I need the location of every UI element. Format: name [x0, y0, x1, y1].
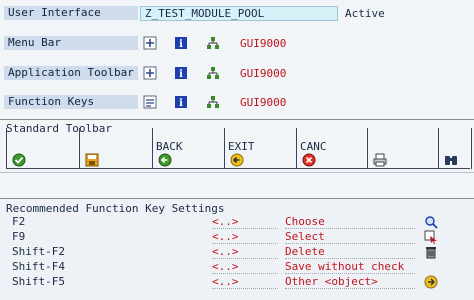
function-code-input[interactable]: <..> — [212, 260, 278, 274]
std-cell-exit[interactable]: EXIT — [224, 128, 297, 169]
function-keys-hierarchy-icon[interactable] — [206, 95, 220, 109]
save-icon — [85, 153, 99, 167]
choose-icon[interactable] — [424, 215, 438, 229]
function-text: Select — [285, 230, 415, 244]
svg-text:i: i — [179, 69, 183, 80]
function-keys-gui-value[interactable]: GUI9000 — [240, 96, 286, 109]
function-text: Other <object> — [285, 275, 415, 289]
key-label: Shift-F5 — [12, 275, 65, 288]
menu-bar-info-icon[interactable]: i — [174, 36, 188, 50]
svg-text:i: i — [179, 98, 183, 109]
menu-bar-label: Menu Bar — [4, 36, 138, 50]
function-code-input[interactable]: <..> — [212, 230, 278, 244]
menu-bar-hierarchy-icon[interactable] — [206, 36, 220, 50]
function-code-input[interactable]: <..> — [212, 275, 278, 289]
back-icon — [158, 153, 172, 167]
function-text: Choose — [285, 215, 415, 229]
exit-icon — [230, 153, 244, 167]
user-interface-label: User Interface — [4, 6, 138, 20]
key-label: Shift-F2 — [12, 245, 65, 258]
std-cell-check[interactable] — [6, 128, 80, 169]
std-cell-back[interactable]: BACK — [152, 128, 225, 169]
delete-icon[interactable] — [424, 245, 438, 259]
cancel-icon — [302, 153, 316, 167]
recommended-title: Recommended Function Key Settings — [6, 202, 225, 215]
std-cell-cancel[interactable]: CANC — [296, 128, 368, 169]
select-icon[interactable] — [424, 230, 438, 244]
print-icon — [373, 153, 387, 167]
application-toolbar-edit-icon[interactable] — [143, 66, 157, 80]
std-cell-save[interactable] — [79, 128, 153, 169]
application-toolbar-label: Application Toolbar — [4, 66, 138, 80]
function-keys-label: Function Keys — [4, 95, 138, 109]
key-label: Shift-F4 — [12, 260, 65, 273]
application-toolbar-hierarchy-icon[interactable] — [206, 66, 220, 80]
check-icon — [12, 153, 26, 167]
menu-bar-gui-value[interactable]: GUI9000 — [240, 37, 286, 50]
function-code-input[interactable]: <..> — [212, 245, 278, 259]
std-cell-find[interactable] — [438, 128, 472, 169]
svg-text:i: i — [179, 39, 183, 50]
std-cell-print[interactable] — [367, 128, 439, 169]
function-keys-info-icon[interactable]: i — [174, 95, 188, 109]
cancel-function-code: CANC — [300, 140, 327, 153]
function-text: Save without check — [285, 260, 415, 274]
application-toolbar-info-icon[interactable]: i — [174, 66, 188, 80]
exit-function-code: EXIT — [228, 140, 255, 153]
program-name-field[interactable]: Z_TEST_MODULE_POOL — [140, 6, 338, 21]
function-code-input[interactable]: <..> — [212, 215, 278, 229]
key-label: F2 — [12, 215, 26, 228]
application-toolbar-gui-value[interactable]: GUI9000 — [240, 67, 286, 80]
function-keys-edit-icon[interactable] — [143, 95, 157, 109]
status-text: Active — [345, 7, 385, 20]
key-label: F9 — [12, 230, 26, 243]
find-icon — [444, 153, 458, 167]
other-object-icon[interactable] — [424, 275, 438, 289]
back-function-code: BACK — [156, 140, 183, 153]
function-text: Delete — [285, 245, 415, 259]
menu-bar-edit-icon[interactable] — [143, 36, 157, 50]
